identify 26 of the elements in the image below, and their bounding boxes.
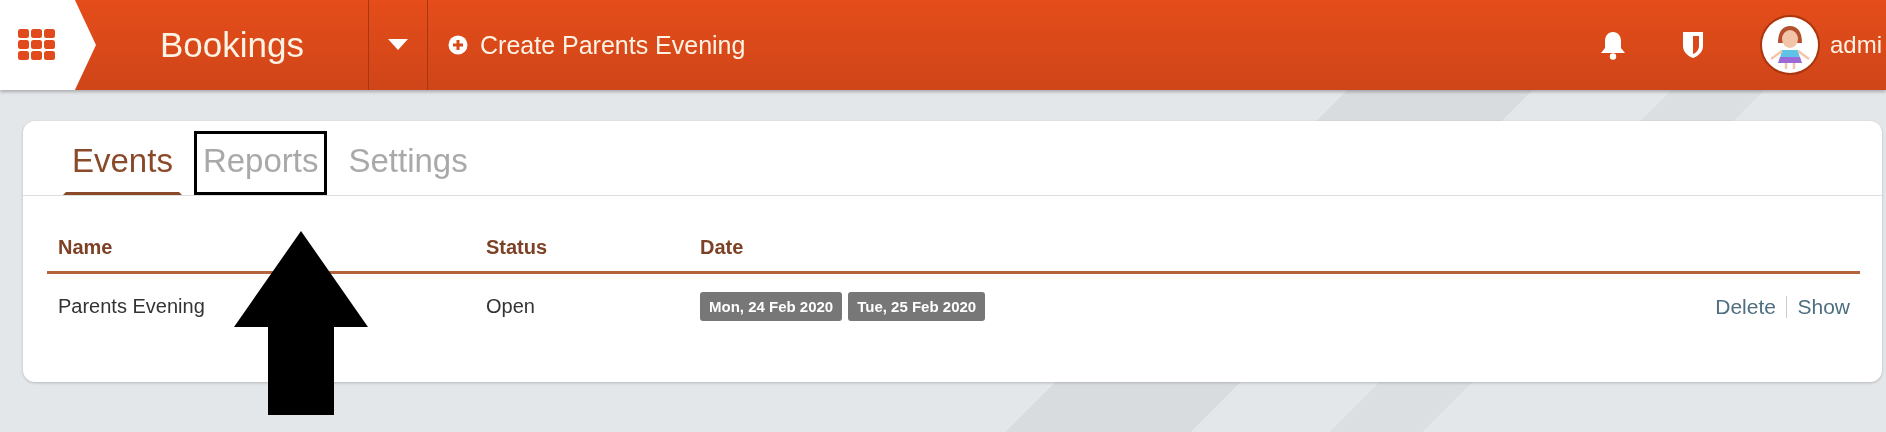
event-name: Parents Evening [58,295,206,318]
create-button[interactable]: Create Parents Evening [428,30,746,60]
event-status: Open [486,295,536,318]
bell-icon [1599,30,1626,60]
column-header: Name [58,236,114,259]
app-title: Bookings [159,25,305,65]
action-link[interactable]: Show [1797,294,1850,319]
shield-icon [1681,31,1704,59]
date-tag: Tue, 25 Feb 2020 [848,292,986,321]
tab[interactable]: Settings [339,131,477,195]
plus-circle-icon [448,35,468,55]
tab[interactable]: Reports [193,131,328,195]
action-link[interactable]: Delete [1715,294,1776,319]
column-header: Status [486,236,549,259]
user-figure-icon [1761,17,1818,73]
date-tag: Mon, 24 Feb 2020 [700,292,843,321]
grid-icon [18,29,56,61]
tab[interactable]: Events [63,131,182,195]
apps-button[interactable] [0,0,96,90]
shield-button[interactable] [1681,31,1704,59]
user-name[interactable]: admi [1829,31,1882,59]
caret-icon [388,39,408,51]
dropdown-button[interactable] [368,0,428,90]
notifications-button[interactable] [1599,30,1626,60]
avatar[interactable] [1759,15,1820,75]
column-header: Date [700,236,744,259]
